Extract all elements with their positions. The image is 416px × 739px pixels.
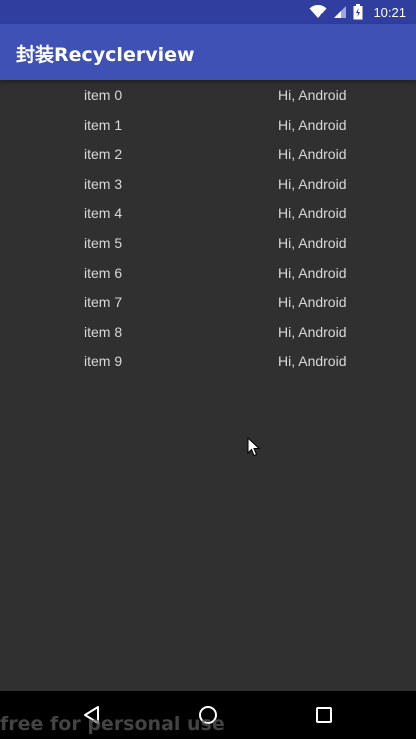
item-label: item 3 — [84, 175, 123, 192]
item-label: item 6 — [84, 264, 123, 281]
item-label: item 1 — [84, 116, 123, 133]
watermark-text: free for personal use — [0, 713, 225, 735]
item-label: item 8 — [84, 323, 123, 340]
recycler-list[interactable]: item 0 Hi, Android item 1 Hi, Android item 2… — [0, 81, 416, 377]
item-greeting: Hi, Android — [278, 234, 347, 251]
item-label: item 2 — [84, 146, 123, 163]
item-greeting: Hi, Android — [278, 294, 347, 311]
status-clock: 10:21 — [373, 4, 406, 20]
list-item[interactable]: item 8 Hi, Android — [0, 318, 416, 348]
signal-icon — [333, 5, 347, 19]
app-title: 封装Recyclerview — [16, 44, 195, 66]
list-item[interactable]: item 9 Hi, Android — [0, 347, 416, 377]
list-item[interactable]: item 6 Hi, Android — [0, 259, 416, 289]
list-item[interactable]: item 7 Hi, Android — [0, 288, 416, 318]
item-label: item 0 — [84, 87, 123, 103]
wifi-icon — [309, 5, 327, 19]
status-bar: 10:21 — [0, 0, 416, 24]
item-label: item 5 — [84, 234, 123, 251]
status-icons: 10:21 — [309, 0, 406, 24]
recent-apps-button[interactable] — [312, 703, 336, 727]
item-greeting: Hi, Android — [278, 175, 347, 192]
item-label: item 7 — [84, 294, 123, 311]
item-greeting: Hi, Android — [278, 146, 347, 163]
item-label: item 9 — [84, 353, 123, 370]
item-greeting: Hi, Android — [278, 87, 347, 103]
list-item[interactable]: item 3 Hi, Android — [0, 170, 416, 200]
list-item[interactable]: item 0 Hi, Android — [0, 81, 416, 111]
item-greeting: Hi, Android — [278, 116, 347, 133]
item-greeting: Hi, Android — [278, 353, 347, 370]
app-bar: 封装Recyclerview — [0, 24, 416, 80]
list-item[interactable]: item 5 Hi, Android — [0, 229, 416, 259]
mouse-cursor-icon — [247, 436, 261, 461]
recent-apps-icon — [316, 707, 332, 723]
list-item[interactable]: item 4 Hi, Android — [0, 199, 416, 229]
list-item[interactable]: item 1 Hi, Android — [0, 111, 416, 141]
item-greeting: Hi, Android — [278, 205, 347, 222]
item-greeting: Hi, Android — [278, 323, 347, 340]
item-greeting: Hi, Android — [278, 264, 347, 281]
battery-icon — [353, 4, 363, 20]
item-label: item 4 — [84, 205, 123, 222]
list-item[interactable]: item 2 Hi, Android — [0, 140, 416, 170]
